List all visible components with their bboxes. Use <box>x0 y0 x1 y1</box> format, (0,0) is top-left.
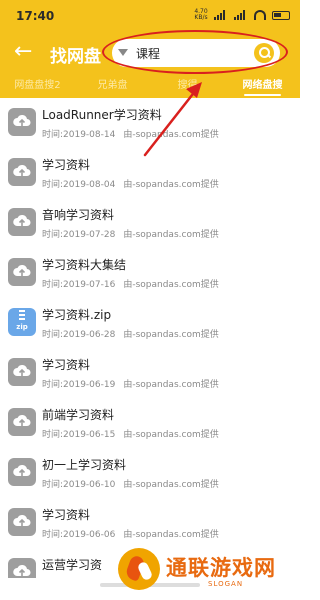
file-name: 前端学习资料 <box>42 408 115 422</box>
file-meta: 时间:2019-07-16 由-sopandas.com提供 <box>42 277 227 290</box>
file-time: 时间:2019-06-28 <box>42 330 116 340</box>
file-meta: 时间:2019-06-19 由-sopandas.com提供 <box>42 377 227 390</box>
tab-soude[interactable]: 搜得 <box>150 74 225 98</box>
watermark-text: 通联游戏网 <box>166 556 276 580</box>
file-name: 学习资料 <box>42 508 91 522</box>
signal-icon <box>214 10 228 20</box>
list-item[interactable]: 学习资料时间:2019-06-06 由-sopandas.com提供 <box>0 498 300 548</box>
cloud-icon <box>8 458 36 486</box>
file-source: 由-sopandas.com提供 <box>123 230 219 240</box>
file-time: 时间:2019-06-10 <box>42 480 116 490</box>
file-name: 初一上学习资料 <box>42 458 127 472</box>
file-time: 时间:2019-08-14 <box>42 130 116 140</box>
list-item[interactable]: 学习资料时间:2019-06-19 由-sopandas.com提供 <box>0 348 300 398</box>
file-time: 时间:2019-06-06 <box>42 530 116 540</box>
list-item[interactable]: 前端学习资料时间:2019-06-15 由-sopandas.com提供 <box>0 398 300 448</box>
file-time: 时间:2019-08-04 <box>42 180 116 190</box>
wifi-icon <box>254 10 266 20</box>
file-meta: 时间:2019-06-06 由-sopandas.com提供 <box>42 527 227 540</box>
search-icon[interactable] <box>254 43 274 63</box>
list-item[interactable]: zip 学习资料.zip 时间:2019-06-28 由-sopandas.com提供 <box>0 298 300 348</box>
list-item[interactable]: 音响学习资料时间:2019-07-28 由-sopandas.com提供 <box>0 198 300 248</box>
file-source: 由-sopandas.com提供 <box>123 380 219 390</box>
signal-2-icon <box>234 10 248 20</box>
file-meta: 时间:2019-06-10 由-sopandas.com提供 <box>42 477 227 490</box>
status-time: 17:40 <box>16 9 55 23</box>
file-source: 由-sopandas.com提供 <box>123 330 219 340</box>
tab-xiongdipan[interactable]: 兄弟盘 <box>75 74 150 98</box>
list-item[interactable]: 学习资料大集结时间:2019-07-16 由-sopandas.com提供 <box>0 248 300 298</box>
file-time: 时间:2019-06-15 <box>42 430 116 440</box>
file-meta: 时间:2019-08-04 由-sopandas.com提供 <box>42 177 227 190</box>
file-meta: 时间:2019-06-15 由-sopandas.com提供 <box>42 427 227 440</box>
file-name: 音响学习资料 <box>42 208 115 222</box>
result-list: LoadRunner学习资料时间:2019-08-14 由-sopandas.co… <box>0 98 300 578</box>
file-name: LoadRunner学习资料 <box>42 108 162 122</box>
list-item[interactable]: LoadRunner学习资料时间:2019-08-14 由-sopandas.co… <box>0 98 300 148</box>
file-source: 由-sopandas.com提供 <box>123 530 219 540</box>
cloud-icon <box>8 108 36 136</box>
cloud-icon <box>8 208 36 236</box>
file-time: 时间:2019-06-19 <box>42 380 116 390</box>
page-title: 找网盘 <box>50 47 101 67</box>
status-bar: 17:40 4.70 KB/s <box>0 0 300 32</box>
file-name: 运营学习资 <box>42 558 103 572</box>
list-item[interactable]: 学习资料时间:2019-08-04 由-sopandas.com提供 <box>0 148 300 198</box>
network-speed: 4.70 KB/s <box>194 8 208 21</box>
search-input[interactable] <box>136 43 246 63</box>
tab-wangpan-pansou2[interactable]: 网盘盘搜2 <box>0 74 75 98</box>
cloud-icon <box>8 358 36 386</box>
file-source: 由-sopandas.com提供 <box>123 180 219 190</box>
file-source: 由-sopandas.com提供 <box>123 480 219 490</box>
cloud-icon <box>8 408 36 436</box>
file-time: 时间:2019-07-28 <box>42 230 116 240</box>
zip-icon: zip <box>8 308 36 336</box>
file-name: 学习资料.zip <box>42 308 112 322</box>
status-icons: 4.70 KB/s <box>194 9 290 21</box>
file-source: 由-sopandas.com提供 <box>123 280 219 290</box>
file-name: 学习资料 <box>42 158 91 172</box>
list-item[interactable]: 初一上学习资料时间:2019-06-10 由-sopandas.com提供 <box>0 448 300 498</box>
tab-wangluo-pansou[interactable]: 网络盘搜 <box>225 74 300 98</box>
watermark: 通联游戏网 SLOGAN <box>118 548 294 596</box>
tab-bar: 网盘盘搜2 兄弟盘 搜得 网络盘搜 <box>0 74 300 98</box>
file-time: 时间:2019-07-16 <box>42 280 116 290</box>
back-arrow-icon[interactable]: ← <box>14 40 38 64</box>
file-meta: 时间:2019-08-14 由-sopandas.com提供 <box>42 127 227 140</box>
header: ← 找网盘 <box>0 32 300 74</box>
cloud-icon <box>8 158 36 186</box>
file-source: 由-sopandas.com提供 <box>123 430 219 440</box>
watermark-logo-icon <box>118 548 160 590</box>
file-name: 学习资料大集结 <box>42 258 127 272</box>
file-meta: 时间:2019-07-28 由-sopandas.com提供 <box>42 227 227 240</box>
file-meta: 时间:2019-06-28 由-sopandas.com提供 <box>42 327 227 340</box>
battery-icon <box>272 10 290 20</box>
file-name: 学习资料 <box>42 358 91 372</box>
cloud-icon <box>8 558 36 578</box>
search-box[interactable] <box>112 39 280 67</box>
file-source: 由-sopandas.com提供 <box>123 130 219 140</box>
cloud-icon <box>8 508 36 536</box>
watermark-slogan: SLOGAN <box>208 580 244 588</box>
cloud-icon <box>8 258 36 286</box>
dropdown-caret-icon[interactable] <box>118 49 128 56</box>
